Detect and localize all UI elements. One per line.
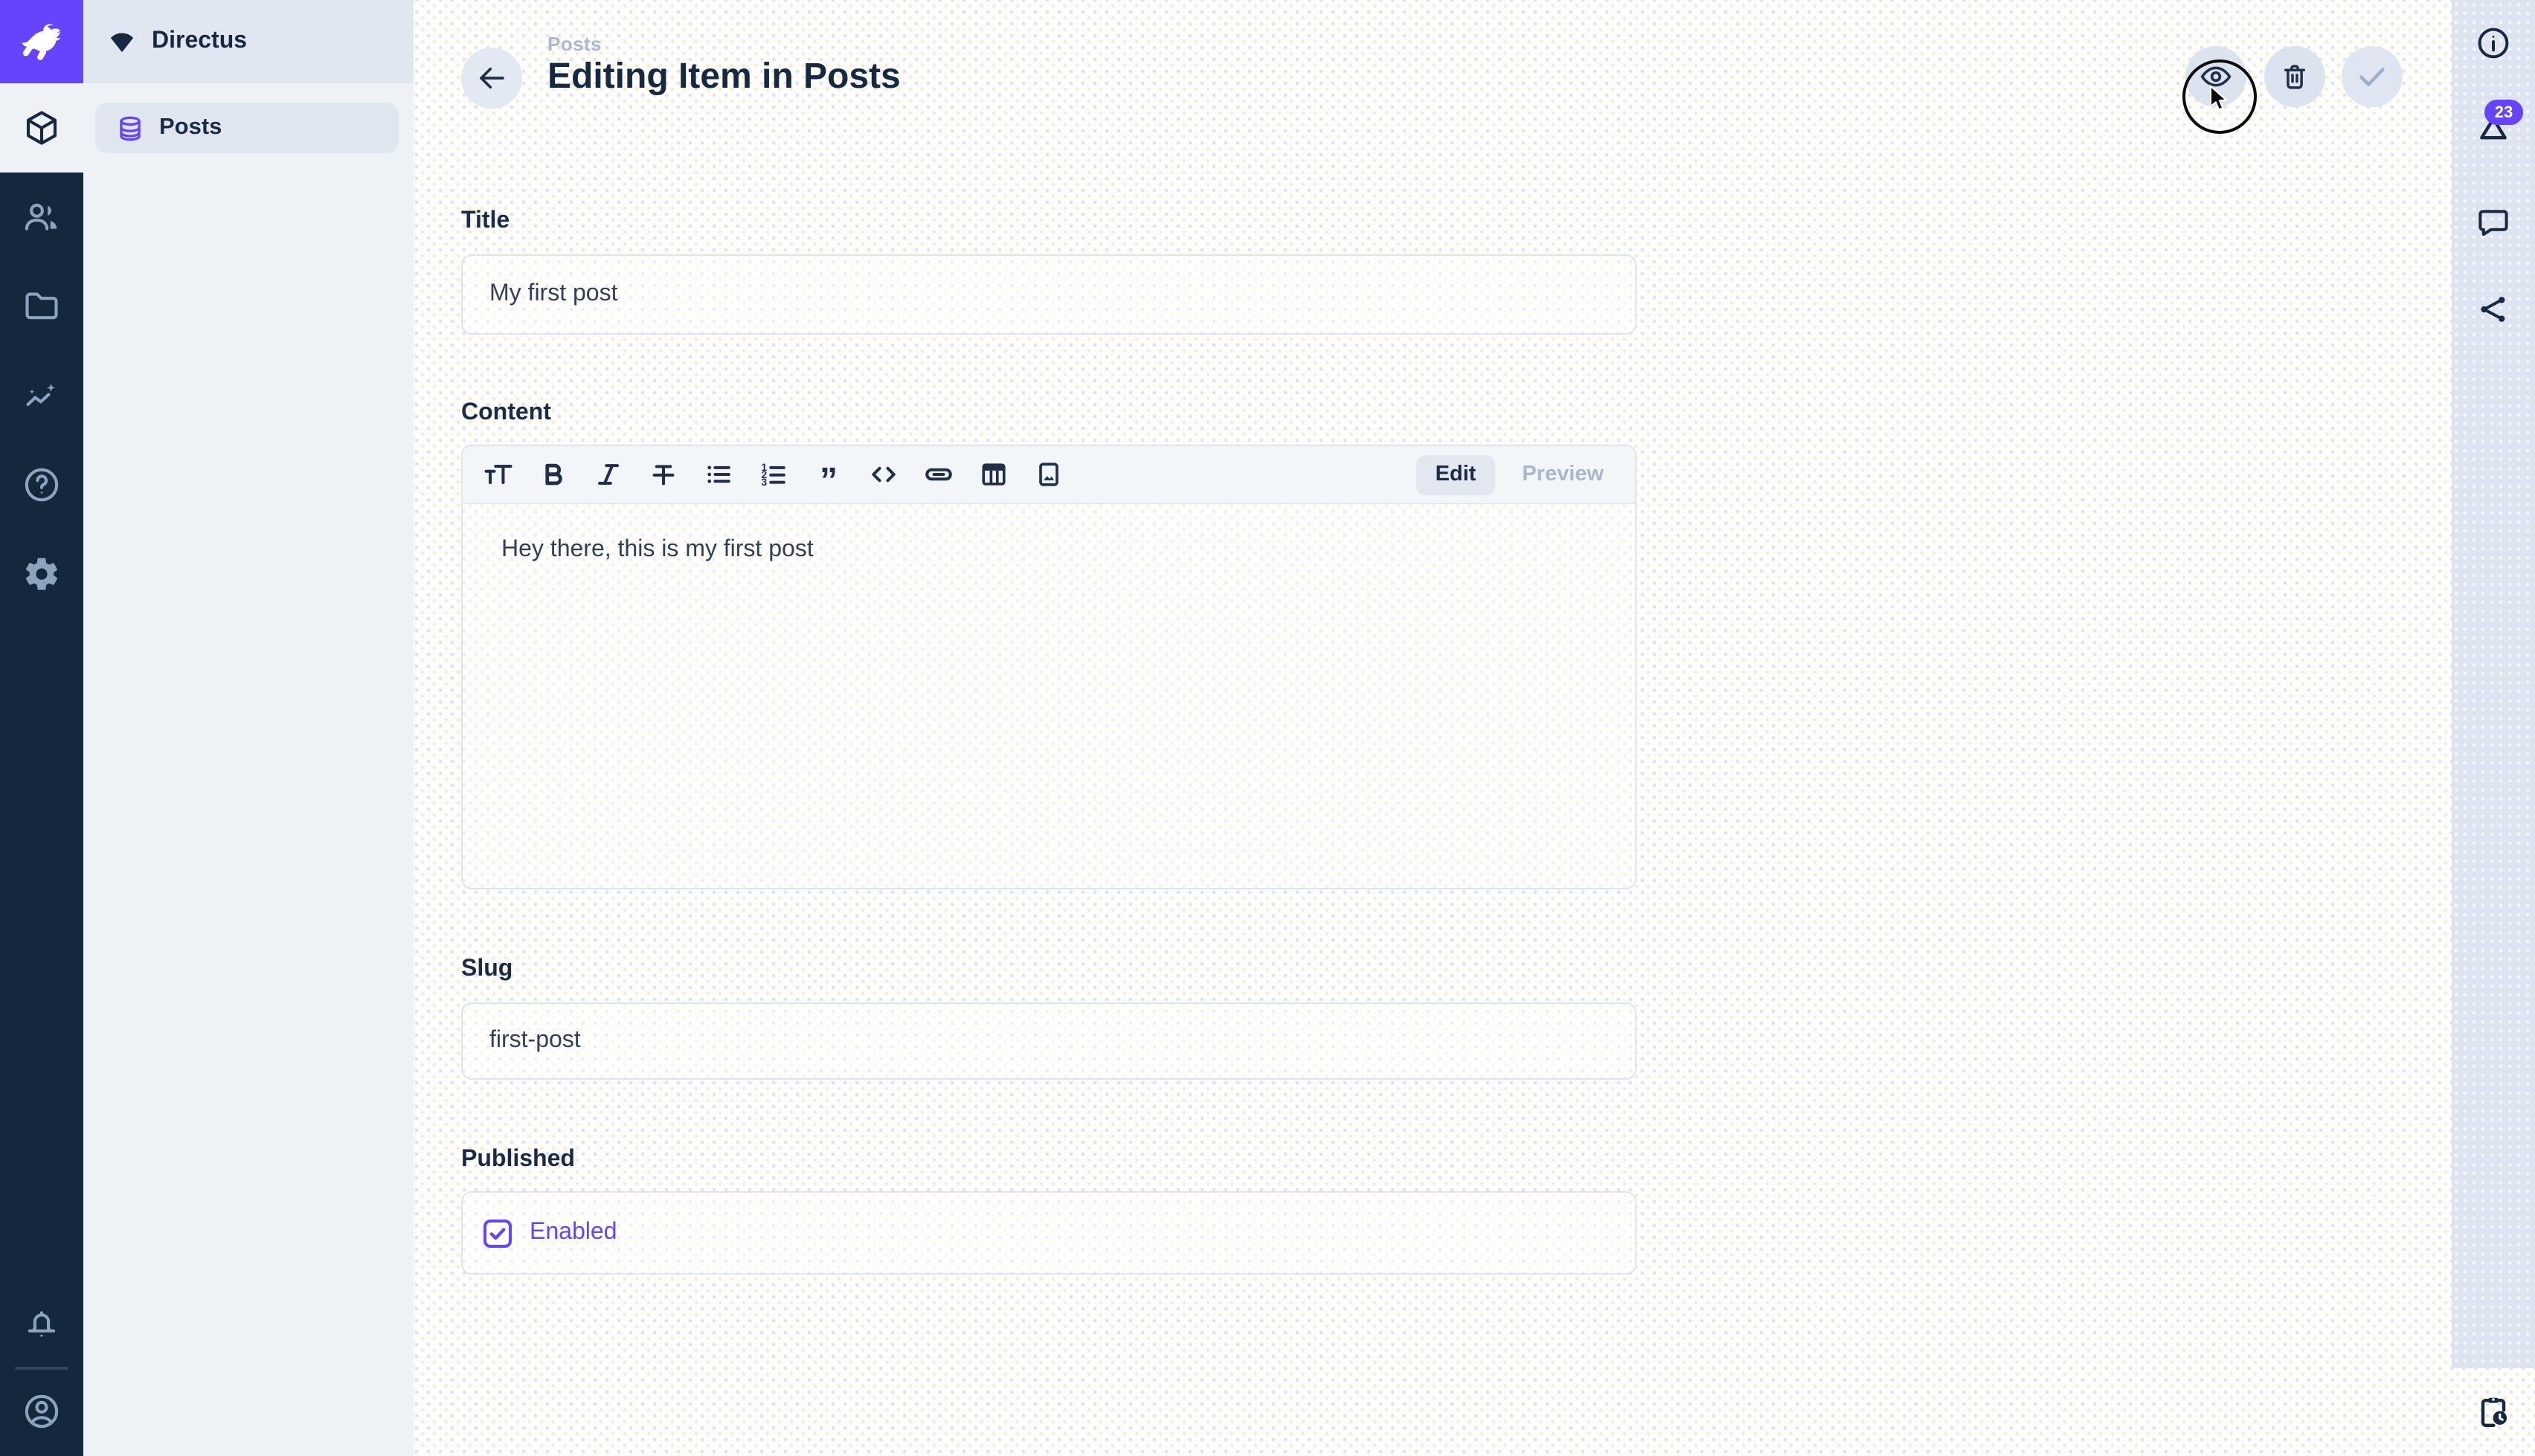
gear-icon	[22, 555, 61, 593]
cursor-pointer-icon	[2206, 85, 2232, 113]
tab-preview[interactable]: Preview	[1503, 454, 1623, 495]
content-value: Hey there, this is my first post	[501, 537, 814, 562]
arrow-left-icon	[476, 62, 507, 94]
comments-icon[interactable]	[2475, 204, 2511, 239]
code-button[interactable]	[866, 457, 902, 492]
published-checkbox[interactable]	[483, 1219, 512, 1247]
content-editor: 123 ” Edit Preview Hey there, this is my…	[461, 445, 1636, 889]
editor-mode-tabs: Edit Preview	[1416, 454, 1623, 495]
title-value: My first post	[489, 281, 617, 308]
module-bar	[0, 0, 83, 1456]
avatar-icon	[22, 1392, 61, 1431]
title-label: Title	[461, 208, 510, 235]
insights-icon	[22, 376, 61, 415]
check-icon	[2355, 59, 2389, 94]
format-size-button[interactable]	[481, 457, 516, 492]
blockquote-button[interactable]: ”	[811, 457, 846, 492]
folder-icon	[22, 287, 61, 326]
image-button[interactable]	[1031, 457, 1067, 492]
help-icon	[22, 466, 61, 504]
italic-button[interactable]	[591, 457, 626, 492]
rabbit-icon	[16, 16, 67, 67]
save-button[interactable]	[2342, 46, 2403, 107]
bold-button[interactable]	[536, 457, 571, 492]
tab-edit[interactable]: Edit	[1416, 454, 1496, 495]
published-checkbox-label[interactable]: Enabled	[530, 1220, 617, 1246]
numbered-list-button[interactable]: 123	[756, 457, 791, 492]
editor-toolbar: 123 ” Edit Preview	[463, 446, 1635, 504]
sidebar-item-label: Posts	[159, 115, 222, 141]
slug-label: Slug	[461, 956, 513, 983]
box-icon	[22, 109, 61, 147]
clipboard-clock-icon[interactable]	[2475, 1394, 2511, 1429]
nav-sidebar: Directus Posts	[83, 0, 414, 1456]
module-settings[interactable]	[0, 529, 83, 619]
svg-text:3: 3	[762, 477, 768, 488]
slug-input[interactable]: first-post	[461, 1002, 1636, 1080]
link-button[interactable]	[921, 457, 957, 492]
table-button[interactable]	[976, 457, 1012, 492]
module-help[interactable]	[0, 440, 83, 529]
strikethrough-button[interactable]	[646, 457, 681, 492]
share-icon[interactable]	[2475, 291, 2511, 327]
right-sidebar	[2452, 0, 2535, 1368]
fan-icon	[107, 27, 137, 57]
slug-value: first-post	[489, 1028, 581, 1054]
published-label: Published	[461, 1147, 575, 1173]
module-files[interactable]	[0, 262, 83, 351]
published-field: Enabled	[461, 1191, 1636, 1275]
app-window: Directus Posts Posts Editing Item in Pos…	[0, 0, 2535, 1456]
content-label: Content	[461, 400, 551, 427]
sidebar-item-posts[interactable]: Posts	[95, 103, 399, 153]
breadcrumb[interactable]: Posts	[547, 33, 602, 55]
page-title: Editing Item in Posts	[547, 57, 901, 98]
module-insights[interactable]	[0, 351, 83, 440]
delete-button[interactable]	[2264, 46, 2325, 107]
bulleted-list-button[interactable]	[701, 457, 736, 492]
account-button[interactable]	[0, 1367, 83, 1456]
module-users[interactable]	[0, 173, 83, 262]
project-header[interactable]: Directus	[83, 0, 414, 83]
project-name: Directus	[152, 28, 247, 55]
directus-logo[interactable]	[0, 0, 83, 83]
people-icon	[22, 198, 61, 236]
title-input[interactable]: My first post	[461, 254, 1636, 335]
trash-icon	[2279, 61, 2310, 92]
info-icon[interactable]	[2475, 25, 2511, 61]
revisions-count-badge: 23	[2484, 100, 2523, 125]
notifications-button[interactable]	[0, 1279, 83, 1368]
database-icon	[116, 114, 144, 142]
content-textarea[interactable]: Hey there, this is my first post	[463, 504, 1635, 596]
bell-icon	[22, 1304, 61, 1343]
sidebar-fold	[2452, 1368, 2535, 1456]
module-content[interactable]	[0, 83, 83, 173]
back-button[interactable]	[461, 48, 522, 109]
